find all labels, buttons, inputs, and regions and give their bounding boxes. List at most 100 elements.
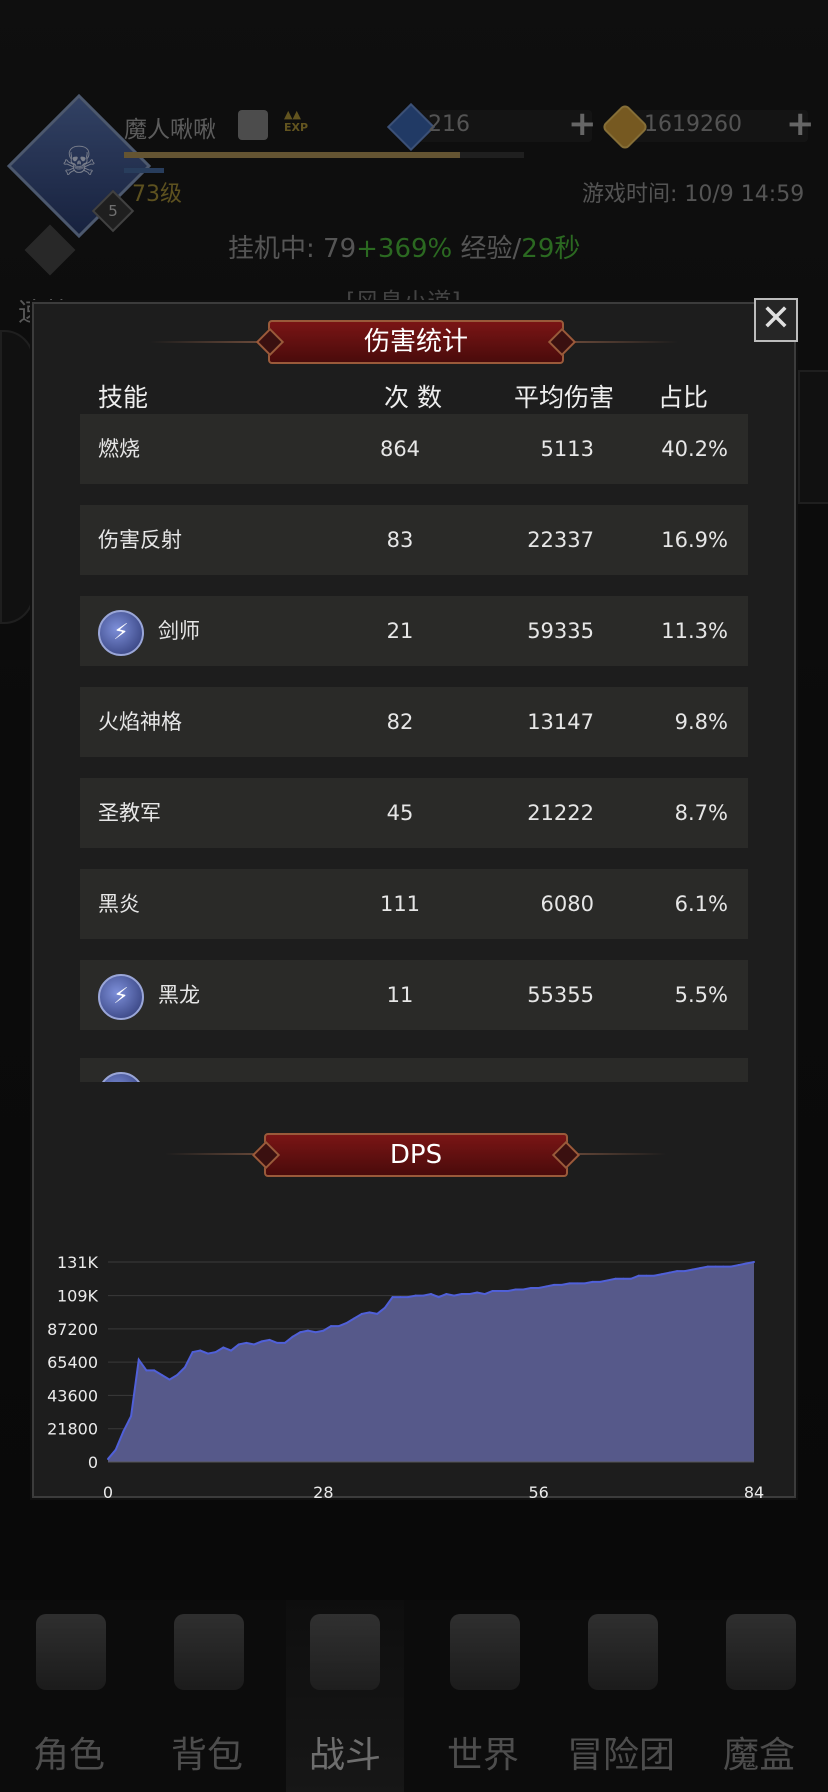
damage-percent: 6.1% (674, 892, 728, 916)
average-damage: 13147 (527, 710, 594, 734)
dps-point (614, 1277, 617, 1280)
dps-point (314, 1331, 317, 1334)
dps-point (491, 1290, 494, 1293)
y-tick-label: 65400 (47, 1353, 98, 1372)
dps-point (322, 1329, 325, 1332)
dps-point (122, 1430, 125, 1433)
hit-count: 45 (386, 801, 414, 825)
average-damage: 55355 (527, 983, 594, 1007)
skill-icon: ⚡ (98, 610, 144, 656)
dps-point (160, 1373, 163, 1376)
dps-divider-left (165, 1153, 265, 1155)
dps-point (368, 1311, 371, 1314)
x-tick-label: 0 (103, 1483, 113, 1502)
dps-point (699, 1267, 702, 1270)
dps-point (276, 1341, 279, 1344)
modal-title: 伤害统计 (268, 320, 564, 364)
dps-point (568, 1282, 571, 1285)
dps-point (476, 1291, 479, 1294)
dps-point (168, 1378, 171, 1381)
dps-area (108, 1262, 754, 1462)
dps-point (591, 1280, 594, 1283)
x-tick-label: 56 (528, 1483, 548, 1502)
hit-count: 83 (386, 528, 414, 552)
dps-point (499, 1290, 502, 1293)
dps-point (545, 1285, 548, 1288)
y-tick-label: 109K (57, 1287, 99, 1306)
dps-point (199, 1349, 202, 1352)
title-divider-right (568, 341, 678, 343)
skill-name: 黑炎 (98, 892, 140, 916)
average-damage: 59335 (527, 619, 594, 643)
dps-point (668, 1271, 671, 1274)
damage-percent: 40.2% (661, 437, 728, 461)
dps-point (683, 1270, 686, 1273)
dps-point (714, 1265, 717, 1268)
dps-point (483, 1293, 486, 1296)
dps-divider-right (566, 1153, 666, 1155)
table-row: 火焰神格 82 13147 9.8% (80, 687, 748, 757)
dps-title: DPS (264, 1133, 568, 1177)
dps-point (130, 1415, 133, 1418)
dps-point (291, 1335, 294, 1338)
col-count: 次 数 (384, 383, 442, 412)
dps-point (660, 1273, 663, 1276)
damage-percent: 8.7% (674, 801, 728, 825)
dps-point (645, 1274, 648, 1277)
dps-point (691, 1268, 694, 1271)
dps-point (514, 1288, 517, 1291)
table-row: 圣教军 45 21222 8.7% (80, 778, 748, 848)
y-tick-label: 131K (57, 1253, 99, 1272)
dps-point (622, 1277, 625, 1280)
col-skill: 技能 (98, 383, 149, 412)
dps-point (522, 1288, 525, 1291)
y-tick-label: 43600 (47, 1386, 98, 1405)
table-row: ⚡ 黑龙 11 55355 5.5% (80, 960, 748, 1030)
dps-point (337, 1325, 340, 1328)
dps-point (430, 1293, 432, 1296)
close-button[interactable]: ✕ (754, 298, 798, 342)
col-avg-damage: 平均伤害 (514, 383, 615, 412)
dps-point (222, 1346, 225, 1349)
dps-point (706, 1265, 709, 1268)
dps-point (107, 1457, 109, 1460)
damage-percent: 9.8% (674, 710, 728, 734)
y-tick-label: 87200 (47, 1320, 98, 1339)
dps-point (383, 1306, 386, 1309)
hit-count: 11 (386, 983, 414, 1007)
dps-point (583, 1282, 586, 1285)
dps-point (283, 1341, 286, 1344)
dps-point (637, 1274, 640, 1277)
dps-point (722, 1265, 725, 1268)
dps-point (676, 1270, 679, 1273)
dps-point (737, 1264, 740, 1267)
dps-point (345, 1322, 348, 1325)
dps-point (437, 1296, 440, 1299)
dps-point (183, 1366, 186, 1369)
y-tick-label: 21800 (47, 1420, 98, 1439)
average-damage: 22337 (527, 528, 594, 552)
hit-count: 21 (386, 619, 414, 643)
dps-point (330, 1325, 333, 1328)
dps-point (576, 1282, 579, 1285)
dps-point (414, 1294, 417, 1297)
dps-point (268, 1338, 271, 1341)
dps-point (445, 1293, 448, 1296)
dps-chart: 0 21800 43600 65400 87200 109K 131K 0 28 56 84 (47, 1253, 764, 1502)
damage-table[interactable]: 燃烧 864 5113 40.2% 伤害反射 83 22337 16.9% ⚡ 剑师 21 59335… (80, 414, 748, 1082)
table-row: 燃烧 864 5113 40.2% (80, 414, 748, 484)
damage-percent: 5.5% (674, 983, 728, 1007)
skill-name: 黑龙 (158, 983, 200, 1007)
dps-point (306, 1329, 309, 1332)
dps-point (560, 1283, 563, 1286)
dps-point (176, 1373, 179, 1376)
skill-icon (98, 1072, 144, 1082)
skill-name: 火焰神格 (98, 710, 182, 734)
skill-name: 剑师 (158, 619, 200, 643)
average-damage: 5113 (540, 437, 594, 461)
close-icon: ✕ (760, 298, 792, 339)
dps-point (214, 1351, 217, 1354)
dps-point (506, 1290, 509, 1293)
hit-count: 82 (386, 710, 414, 734)
dps-point (245, 1341, 248, 1344)
